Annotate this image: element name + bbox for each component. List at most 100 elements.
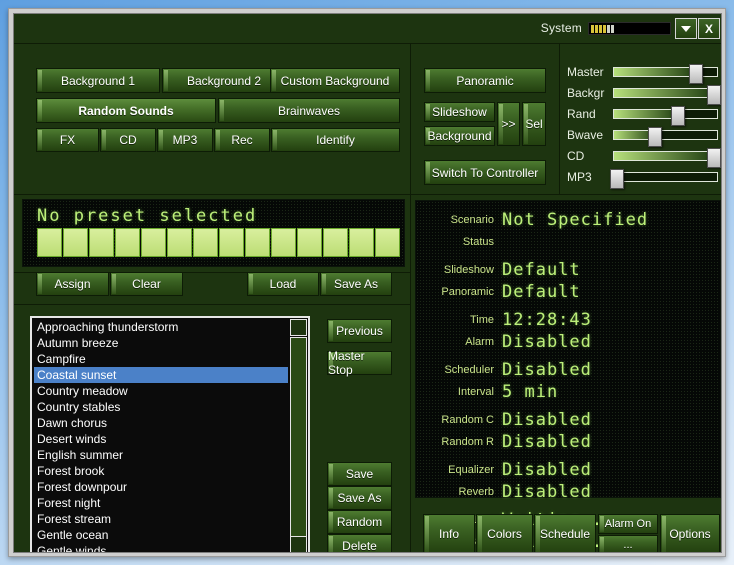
close-button[interactable]: X: [698, 18, 720, 39]
button-load[interactable]: Load: [247, 272, 319, 296]
scroll-up-button[interactable]: [290, 319, 307, 336]
mixer-slider-thumb[interactable]: [610, 169, 625, 189]
button-alarm-options[interactable]: ...: [598, 535, 658, 552]
button-custom-background[interactable]: Custom Background: [270, 68, 400, 93]
button-sel[interactable]: Sel: [522, 102, 546, 146]
list-item[interactable]: Campfire: [34, 351, 288, 367]
button-background-1[interactable]: Background 1: [36, 68, 160, 93]
list-item[interactable]: Forest stream: [34, 511, 288, 527]
button-assign[interactable]: Assign: [36, 272, 109, 296]
button-previous[interactable]: Previous: [327, 319, 392, 343]
preset-slot[interactable]: [245, 228, 270, 257]
title-bar: System X: [14, 14, 721, 43]
list-item[interactable]: Approaching thunderstorm: [34, 319, 288, 335]
status-value: Disabled: [502, 360, 592, 380]
list-item[interactable]: English summer: [34, 447, 288, 463]
button-background[interactable]: Background: [424, 126, 495, 146]
mixer-slider-master[interactable]: [613, 64, 718, 84]
button-info[interactable]: Info: [423, 514, 475, 552]
button-colors[interactable]: Colors: [476, 514, 533, 552]
mixer-slider-cd[interactable]: [613, 148, 721, 168]
button-switch-to-controller[interactable]: Switch To Controller: [424, 160, 546, 185]
mixer-slider-thumb[interactable]: [670, 106, 685, 126]
button-alarm-on[interactable]: Alarm On: [598, 514, 658, 534]
list-item[interactable]: Autumn breeze: [34, 335, 288, 351]
mixer-slider-thumb[interactable]: [689, 64, 704, 84]
preset-slot[interactable]: [141, 228, 166, 257]
button-random[interactable]: Random: [327, 510, 392, 534]
preset-slot[interactable]: [63, 228, 88, 257]
status-value: Default: [502, 260, 581, 280]
button-panoramic[interactable]: Panoramic: [424, 68, 546, 93]
button-brainwaves[interactable]: Brainwaves: [218, 98, 400, 123]
button-clear[interactable]: Clear: [110, 272, 183, 296]
button-next[interactable]: >>: [497, 102, 520, 146]
preset-slot[interactable]: [271, 228, 296, 257]
button-preset-save-as[interactable]: Save As: [320, 272, 392, 296]
status-label: Alarm: [465, 336, 494, 348]
status-value: Disabled: [502, 432, 592, 452]
button-schedule[interactable]: Schedule: [534, 514, 596, 552]
application-window: System X Background 1 Background 2 Custo…: [8, 8, 726, 557]
preset-slot[interactable]: [323, 228, 348, 257]
list-item[interactable]: Forest brook: [34, 463, 288, 479]
mixer-slider-backgr[interactable]: [613, 85, 721, 105]
sound-list-scrollbar[interactable]: [290, 319, 307, 552]
list-item[interactable]: Gentle ocean: [34, 527, 288, 543]
mixer-slider-thumb[interactable]: [706, 85, 721, 105]
button-master-stop[interactable]: Master Stop: [327, 349, 392, 377]
scroll-down-button[interactable]: [290, 536, 307, 552]
preset-slot[interactable]: [193, 228, 218, 257]
preset-slot[interactable]: [37, 228, 62, 257]
button-background-2[interactable]: Background 2: [162, 68, 286, 93]
button-options[interactable]: Options: [660, 514, 720, 552]
list-item[interactable]: Forest downpour: [34, 479, 288, 495]
titlebar-dropdown-button[interactable]: [675, 18, 697, 39]
button-delete[interactable]: Delete: [327, 534, 392, 552]
button-random-sounds[interactable]: Random Sounds: [36, 98, 216, 123]
sound-list[interactable]: Approaching thunderstorm Autumn breeze Cam…: [30, 316, 310, 552]
status-value: Disabled: [502, 482, 592, 502]
status-value: Default: [502, 282, 581, 302]
list-item[interactable]: Gentle winds: [34, 543, 288, 552]
preset-slot[interactable]: [89, 228, 114, 257]
button-list-save-as[interactable]: Save As: [327, 486, 392, 510]
mixer-slider-thumb[interactable]: [706, 148, 721, 168]
scrollbar-thumb[interactable]: [290, 337, 307, 537]
list-item[interactable]: Forest night: [34, 495, 288, 511]
divider-list: [14, 304, 410, 305]
system-label: System: [540, 21, 582, 35]
mixer-row-rand: Rand: [567, 104, 721, 126]
window-client-area: System X Background 1 Background 2 Custo…: [13, 13, 722, 553]
preset-slot[interactable]: [297, 228, 322, 257]
status-display: Scenario Not Specified Status Slideshow Defa…: [415, 200, 721, 552]
preset-slot[interactable]: [115, 228, 140, 257]
mixer-label: CD: [567, 149, 585, 163]
mixer-label: Bwave: [567, 128, 604, 142]
list-item[interactable]: Country stables: [34, 399, 288, 415]
list-item[interactable]: Country meadow: [34, 383, 288, 399]
mixer-slider-thumb[interactable]: [648, 127, 663, 147]
status-label: Random C: [441, 414, 494, 426]
button-identify[interactable]: Identify: [271, 128, 400, 152]
button-save[interactable]: Save: [327, 462, 392, 486]
status-label: Random R: [441, 436, 494, 448]
status-label: Status: [462, 236, 494, 248]
preset-slot[interactable]: [219, 228, 244, 257]
button-cd[interactable]: CD: [100, 128, 156, 152]
button-slideshow[interactable]: Slideshow: [424, 102, 495, 122]
button-mp3[interactable]: MP3: [157, 128, 213, 152]
status-label: Scenario: [450, 214, 494, 226]
mixer-slider-bwave[interactable]: [613, 127, 718, 147]
button-fx[interactable]: FX: [36, 128, 99, 152]
button-rec[interactable]: Rec: [214, 128, 270, 152]
list-item[interactable]: Dawn chorus: [34, 415, 288, 431]
status-row: Alarm Disabled: [416, 331, 720, 353]
mixer-slider-mp3[interactable]: [610, 169, 718, 189]
preset-slot[interactable]: [375, 228, 400, 257]
preset-slot[interactable]: [167, 228, 192, 257]
list-item[interactable]: Desert winds: [34, 431, 288, 447]
list-item[interactable]: Coastal sunset: [34, 367, 288, 383]
mixer-slider-rand[interactable]: [613, 106, 718, 126]
preset-slot[interactable]: [349, 228, 374, 257]
